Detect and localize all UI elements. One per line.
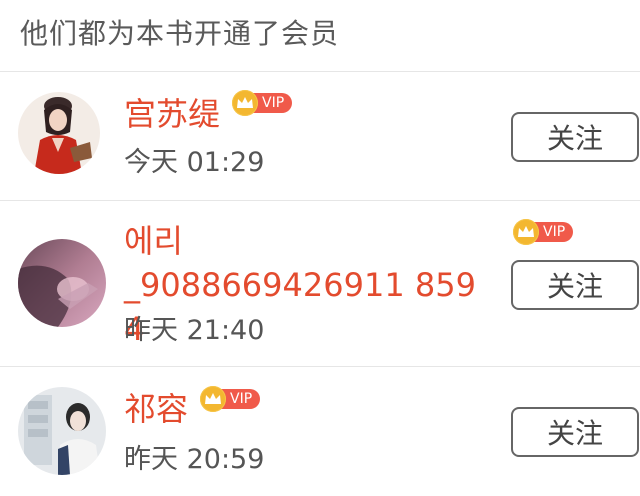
member-name[interactable]: 祁容 bbox=[124, 389, 188, 429]
crown-icon bbox=[232, 90, 258, 116]
follow-button[interactable]: 关注 bbox=[511, 260, 639, 310]
vip-badge: VIP bbox=[200, 386, 261, 412]
avatar[interactable] bbox=[18, 387, 106, 475]
member-name[interactable]: 宫苏缇 bbox=[124, 94, 220, 134]
avatar-image bbox=[18, 239, 106, 327]
page-title: 他们都为本书开通了会员 bbox=[20, 17, 340, 50]
list-item[interactable]: 에리 _9088669426911 8594 VIP 昨天 21:40 关注 bbox=[0, 201, 640, 367]
follow-button[interactable]: 关注 bbox=[511, 112, 639, 162]
timestamp: 昨天 21:40 bbox=[124, 315, 265, 346]
timestamp: 昨天 20:59 bbox=[124, 444, 265, 475]
avatar-image bbox=[18, 92, 100, 174]
member-name-line-1: 에리 bbox=[124, 222, 183, 260]
avatar[interactable] bbox=[18, 92, 100, 174]
timestamp: 今天 01:29 bbox=[124, 147, 265, 178]
vip-badge: VIP bbox=[513, 219, 574, 245]
avatar[interactable] bbox=[18, 239, 106, 327]
vip-badge: VIP bbox=[232, 90, 293, 116]
crown-icon bbox=[200, 386, 226, 412]
list-item[interactable]: 祁容 VIP 昨天 20:59 关注 bbox=[0, 367, 640, 496]
avatar-image bbox=[18, 387, 106, 475]
follow-button[interactable]: 关注 bbox=[511, 407, 639, 457]
crown-icon bbox=[513, 219, 539, 245]
header: 他们都为本书开通了会员 bbox=[0, 0, 640, 72]
list-item[interactable]: 宫苏缇 VIP 今天 01:29 关注 bbox=[0, 72, 640, 201]
